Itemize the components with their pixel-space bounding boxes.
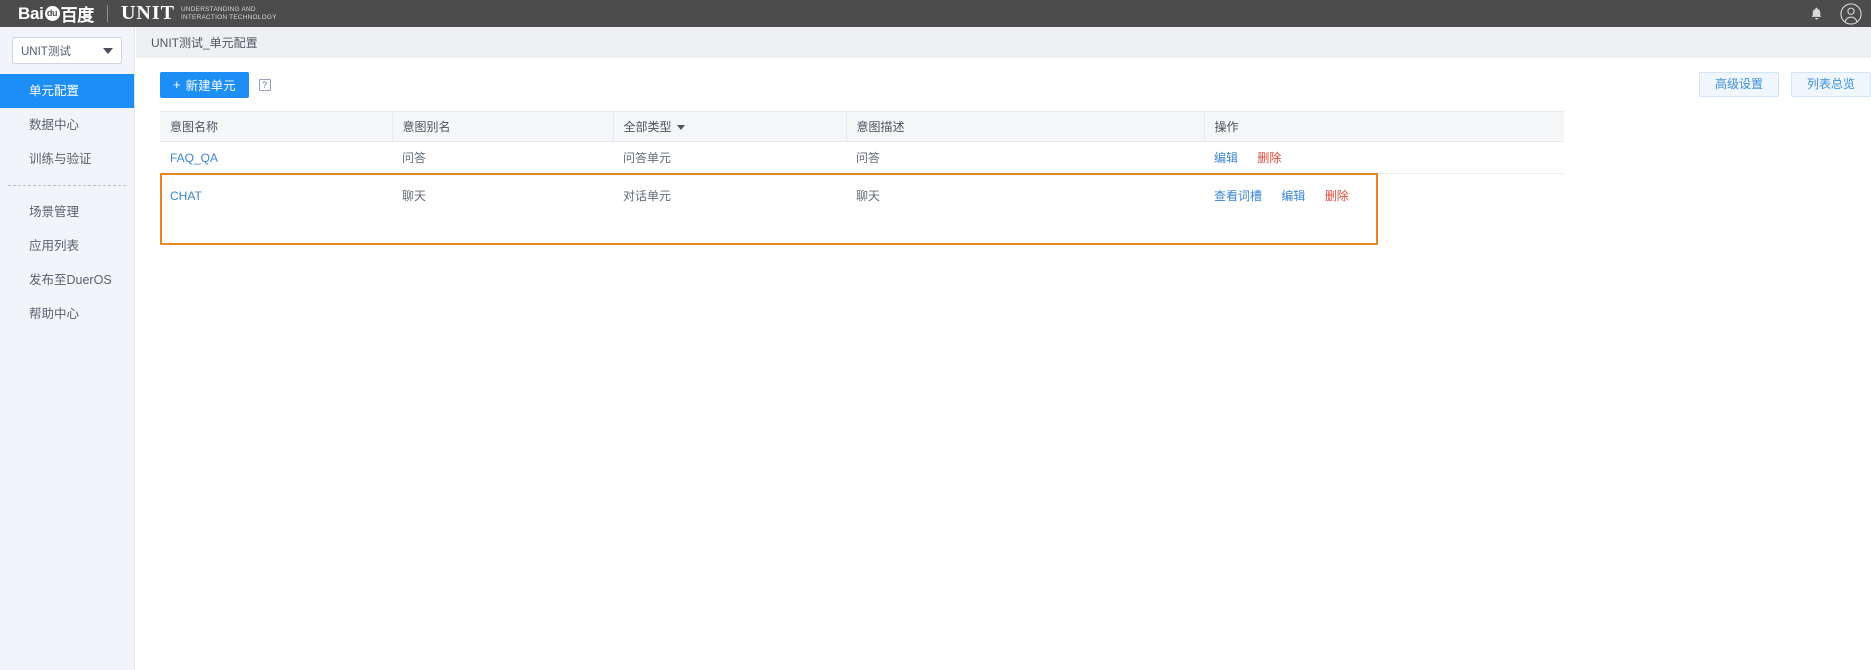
cell-operations: 查看词槽 编辑 删除 [1204,174,1564,218]
plus-icon: + [173,77,181,92]
cell-operations: 编辑 删除 [1204,141,1564,174]
top-header-bar: Bai du 百度 UNIT UNDERSTANDING AND INTERACTI… [0,0,1871,27]
sidebar-item-help-center[interactable]: 帮助中心 [0,297,134,331]
help-question-icon[interactable]: ? [258,78,271,91]
sidebar-item-app-list[interactable]: 应用列表 [0,229,134,263]
delete-link[interactable]: 删除 [1257,151,1281,165]
baidu-logo-cn: 百度 [60,6,95,25]
unit-config-panel: + 新建单元 ? 高级设置 列表总览 意图名称 意图别名 全部类型 意图描述 操… [136,58,1871,245]
column-header-type-label: 全部类型 [623,120,672,134]
sidebar-item-label: 单元配置 [29,84,80,98]
edit-link[interactable]: 编辑 [1281,189,1305,203]
chevron-down-icon [676,125,685,131]
new-unit-button-label: 新建单元 [185,79,236,93]
sidebar-item-unit-config[interactable]: 单元配置 [0,74,134,108]
sidebar-item-scene-management[interactable]: 场景管理 [0,195,134,229]
sidebar-item-publish-dueros[interactable]: 发布至DuerOS [0,263,134,297]
unit-wordmark: UNIT [120,2,175,24]
column-header-intent-description: 意图描述 [845,111,1204,142]
toolbar-right-actions: 高级设置 列表总览 [1698,72,1871,97]
sidebar: UNIT测试 单元配置 数据中心 训练与验证 场景管理 应用列表 发布至Duer… [0,27,135,670]
advanced-settings-button[interactable]: 高级设置 [1698,72,1779,97]
project-selector[interactable]: UNIT测试 [12,37,122,64]
table-row: CHAT 聊天 对话单元 聊天 查看词槽 编辑 删除 [160,174,1564,218]
unit-tagline-line2: INTERACTION TECHNOLOGY [180,13,277,21]
sidebar-item-train-validate[interactable]: 训练与验证 [0,142,134,176]
toolbar: + 新建单元 ? 高级设置 列表总览 [136,58,1871,111]
intent-table-wrapper: 意图名称 意图别名 全部类型 意图描述 操作 FAQ_QA 问答 问答单元 问答… [160,111,1564,245]
sidebar-item-label: 发布至DuerOS [29,273,112,287]
breadcrumb-bar: UNIT测试_单元配置 [136,27,1871,58]
sidebar-item-label: 应用列表 [29,239,80,253]
main-content: UNIT测试_单元配置 + 新建单元 ? 高级设置 列表总览 意图名称 意图别名… [136,27,1871,670]
column-header-operations: 操作 [1203,111,1564,142]
chevron-down-icon [103,47,113,54]
user-avatar-icon[interactable] [1831,0,1871,27]
unit-tagline-line1: UNDERSTANDING AND [180,5,256,13]
cell-intent-name: CHAT [160,174,392,218]
sidebar-item-label: 数据中心 [29,118,80,132]
bell-icon[interactable] [1801,0,1831,27]
cell-intent-alias: 聊天 [402,189,427,204]
baidu-logo[interactable]: Bai du 百度 [18,1,94,26]
delete-link[interactable]: 删除 [1325,189,1349,203]
column-header-type-filter[interactable]: 全部类型 [612,111,846,142]
project-selector-value: UNIT测试 [21,45,71,58]
column-header-intent-name: 意图名称 [160,111,392,142]
cell-intent-type: 问答单元 [613,141,846,174]
unit-tagline: UNDERSTANDING AND INTERACTION TECHNOLOGY [181,6,277,22]
sidebar-item-label: 场景管理 [29,205,80,219]
top-header-actions [1801,0,1871,27]
cell-intent-type: 对话单元 [623,189,672,204]
brand-logo-group[interactable]: Bai du 百度 UNIT UNDERSTANDING AND INTERACTI… [0,0,277,27]
sidebar-divider [8,185,126,186]
column-header-intent-alias: 意图别名 [391,111,613,142]
new-unit-button[interactable]: + 新建单元 [160,71,249,98]
intent-table: 意图名称 意图别名 全部类型 意图描述 操作 FAQ_QA 问答 问答单元 问答… [160,111,1564,218]
edit-link[interactable]: 编辑 [1214,151,1238,165]
sidebar-nav: 单元配置 数据中心 训练与验证 场景管理 应用列表 发布至DuerOS 帮助中心 [0,74,134,331]
list-overview-button[interactable]: 列表总览 [1790,72,1871,97]
table-row: FAQ_QA 问答 问答单元 问答 编辑 删除 [160,141,1564,174]
baidu-paw-icon: du [44,6,60,21]
cell-intent-description: 聊天 [856,189,881,204]
cell-intent-description: 问答 [846,141,1204,174]
table-header-row: 意图名称 意图别名 全部类型 意图描述 操作 [160,111,1564,142]
breadcrumb: UNIT测试_单元配置 [151,36,258,50]
sidebar-item-data-center[interactable]: 数据中心 [0,108,134,142]
view-slots-link[interactable]: 查看词槽 [1214,189,1262,203]
sidebar-item-label: 训练与验证 [29,152,92,166]
sidebar-item-label: 帮助中心 [29,307,80,321]
logo-divider [106,5,108,22]
cell-intent-name: FAQ_QA [160,141,392,174]
intent-name-link[interactable]: FAQ_QA [170,151,218,165]
cell-intent-alias: 问答 [392,141,613,174]
intent-name-link[interactable]: CHAT [170,189,202,203]
baidu-logo-text: Bai [18,3,44,23]
